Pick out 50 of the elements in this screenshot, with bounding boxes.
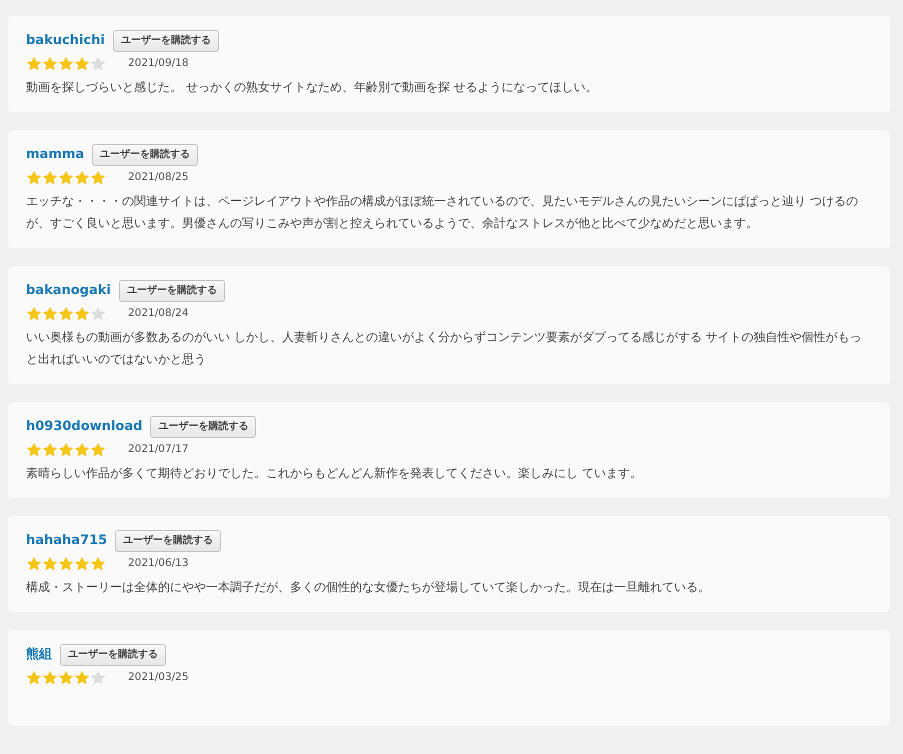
star-filled-icon [42, 306, 58, 322]
star-filled-icon [42, 556, 58, 572]
star-filled-icon [26, 56, 42, 72]
star-filled-icon [58, 56, 74, 72]
review-text: 素晴らしい作品が多くて期待どおりでした。これからもどんどん新作を発表してください。楽しみにし ています。 [26, 465, 643, 482]
star-filled-icon [74, 306, 90, 322]
star-filled-icon [42, 442, 58, 458]
star-filled-icon [58, 306, 74, 322]
review-text: エッチな・・・・の関連サイトは、ページレイアウトや作品の構成がほぼ統一されているので、見たいモデルさんの見たいシーンにぱぱっと辿り つけるのが、すごく良いと思います。男優さんの写りこみや声が割と控えられているようで、余計なストレスが他と比べて少なめだと思います。 [26, 193, 859, 232]
star-filled-icon [42, 170, 58, 186]
subscribe-button[interactable]: ユーザーを購読する [60, 644, 166, 666]
star-filled-icon [58, 670, 74, 686]
review-date: 2021/09/18 [128, 56, 189, 72]
subscribe-button[interactable]: ユーザーを購読する [112, 30, 219, 52]
review-text: 動画を探しづらいと感じた。 せっかくの熟女サイトなため、年齢別で動画を探 せるようになってほしい。 [26, 79, 599, 96]
star-filled-icon [42, 670, 58, 686]
review-date: 2021/06/13 [128, 556, 189, 572]
review-date: 2021/08/25 [128, 170, 189, 186]
star-filled-icon [58, 556, 74, 572]
star-filled-icon [74, 442, 90, 458]
username-link[interactable]: h0930download [26, 417, 142, 437]
star-filled-icon [42, 56, 58, 72]
username-link[interactable]: hahaha715 [26, 531, 108, 551]
review-text: 構成・ストーリーは全体的にやや一本調子だが、多くの個性的な女優たちが登場していて楽しかった。現在は一旦離れている。 [26, 579, 711, 596]
review-date: 2021/03/25 [128, 670, 189, 686]
username-link[interactable]: mamma [26, 145, 84, 165]
username-link[interactable]: 熊組 [26, 645, 52, 665]
star-filled-icon [90, 170, 106, 186]
star-filled-icon [26, 170, 42, 186]
review-date: 2021/08/24 [128, 306, 189, 322]
subscribe-button[interactable]: ユーザーを購読する [118, 280, 225, 302]
review-text: いい奥様もの動画が多数あるのがいい しかし、人妻斬りさんとの違いがよく分からずコンテンツ要素がダブってる感じがする サイトの独自性や個性がもっと出ればいいのではないかと思う [26, 329, 863, 368]
star-filled-icon [74, 170, 90, 186]
star-filled-icon [26, 670, 42, 686]
subscribe-button[interactable]: ユーザーを購読する [115, 530, 222, 552]
review-date: 2021/07/17 [128, 442, 189, 458]
star-filled-icon [26, 306, 42, 322]
star-filled-icon [26, 442, 42, 458]
username-link[interactable]: bakuchichi [26, 31, 105, 51]
star-filled-icon [74, 556, 90, 572]
star-filled-icon [26, 556, 42, 572]
subscribe-button[interactable]: ユーザーを購読する [92, 144, 198, 166]
star-filled-icon [58, 442, 74, 458]
star-filled-icon [90, 556, 106, 572]
star-filled-icon [74, 670, 90, 686]
username-link[interactable]: bakanogaki [26, 281, 111, 301]
star-filled-icon [58, 170, 74, 186]
star-filled-icon [90, 442, 106, 458]
star-filled-icon [74, 56, 90, 72]
subscribe-button[interactable]: ユーザーを購読する [150, 416, 256, 438]
